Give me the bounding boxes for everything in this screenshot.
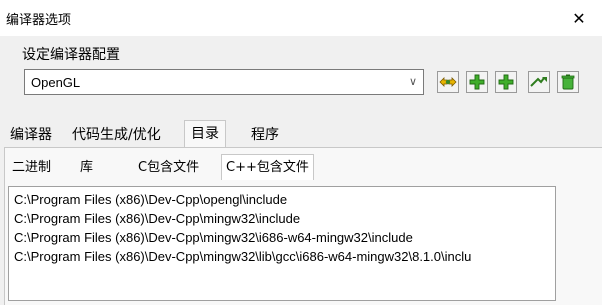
main-tab-strip: 编译器 代码生成/优化 目录 程序 — [0, 120, 602, 148]
tab-c-includes[interactable]: C包含文件 — [134, 157, 203, 179]
chevron-down-icon: ∨ — [408, 75, 417, 88]
list-item[interactable]: C:\Program Files (x86)\Dev-Cpp\opengl\in… — [14, 192, 287, 207]
export-profile-icon — [530, 77, 547, 87]
profile-select[interactable]: OpenGL ∨ — [24, 69, 424, 95]
export-profile-button[interactable] — [528, 71, 550, 93]
list-item[interactable]: C:\Program Files (x86)\Dev-Cpp\mingw32\i… — [14, 230, 413, 245]
tab-binaries[interactable]: 二进制 — [8, 157, 55, 179]
rename-profile-button[interactable] — [437, 71, 459, 93]
add-profile-icon — [469, 74, 485, 90]
tab-codegen-optimization[interactable]: 代码生成/优化 — [66, 123, 167, 147]
delete-profile-button[interactable] — [557, 71, 579, 93]
delete-profile-icon — [561, 74, 575, 90]
list-item[interactable]: C:\Program Files (x86)\Dev-Cpp\mingw32\i… — [14, 211, 300, 226]
sub-tab-strip: 二进制 库 C包含文件 C++包含文件 — [8, 154, 588, 180]
close-button[interactable]: ✕ — [556, 0, 602, 36]
add-profile-icon — [498, 74, 514, 90]
list-item[interactable]: C:\Program Files (x86)\Dev-Cpp\mingw32\l… — [14, 249, 471, 264]
config-group-label: 设定编译器配置 — [22, 47, 120, 63]
tab-directories[interactable]: 目录 — [184, 120, 226, 148]
close-icon: ✕ — [572, 8, 586, 28]
profile-select-value: OpenGL — [31, 75, 81, 90]
tab-cpp-includes[interactable]: C++包含文件 — [221, 154, 314, 180]
add-profile-button[interactable] — [466, 71, 488, 93]
tab-programs[interactable]: 程序 — [245, 123, 285, 147]
add-profile-copy-button[interactable] — [495, 71, 517, 93]
title-bar: 编译器选项 ✕ — [0, 0, 602, 36]
rename-profile-icon — [439, 77, 457, 87]
window-title: 编译器选项 — [6, 13, 72, 28]
tab-libraries[interactable]: 库 — [76, 157, 97, 179]
tab-compiler[interactable]: 编译器 — [4, 123, 58, 147]
include-dirs-list[interactable]: C:\Program Files (x86)\Dev-Cpp\opengl\in… — [8, 186, 556, 301]
